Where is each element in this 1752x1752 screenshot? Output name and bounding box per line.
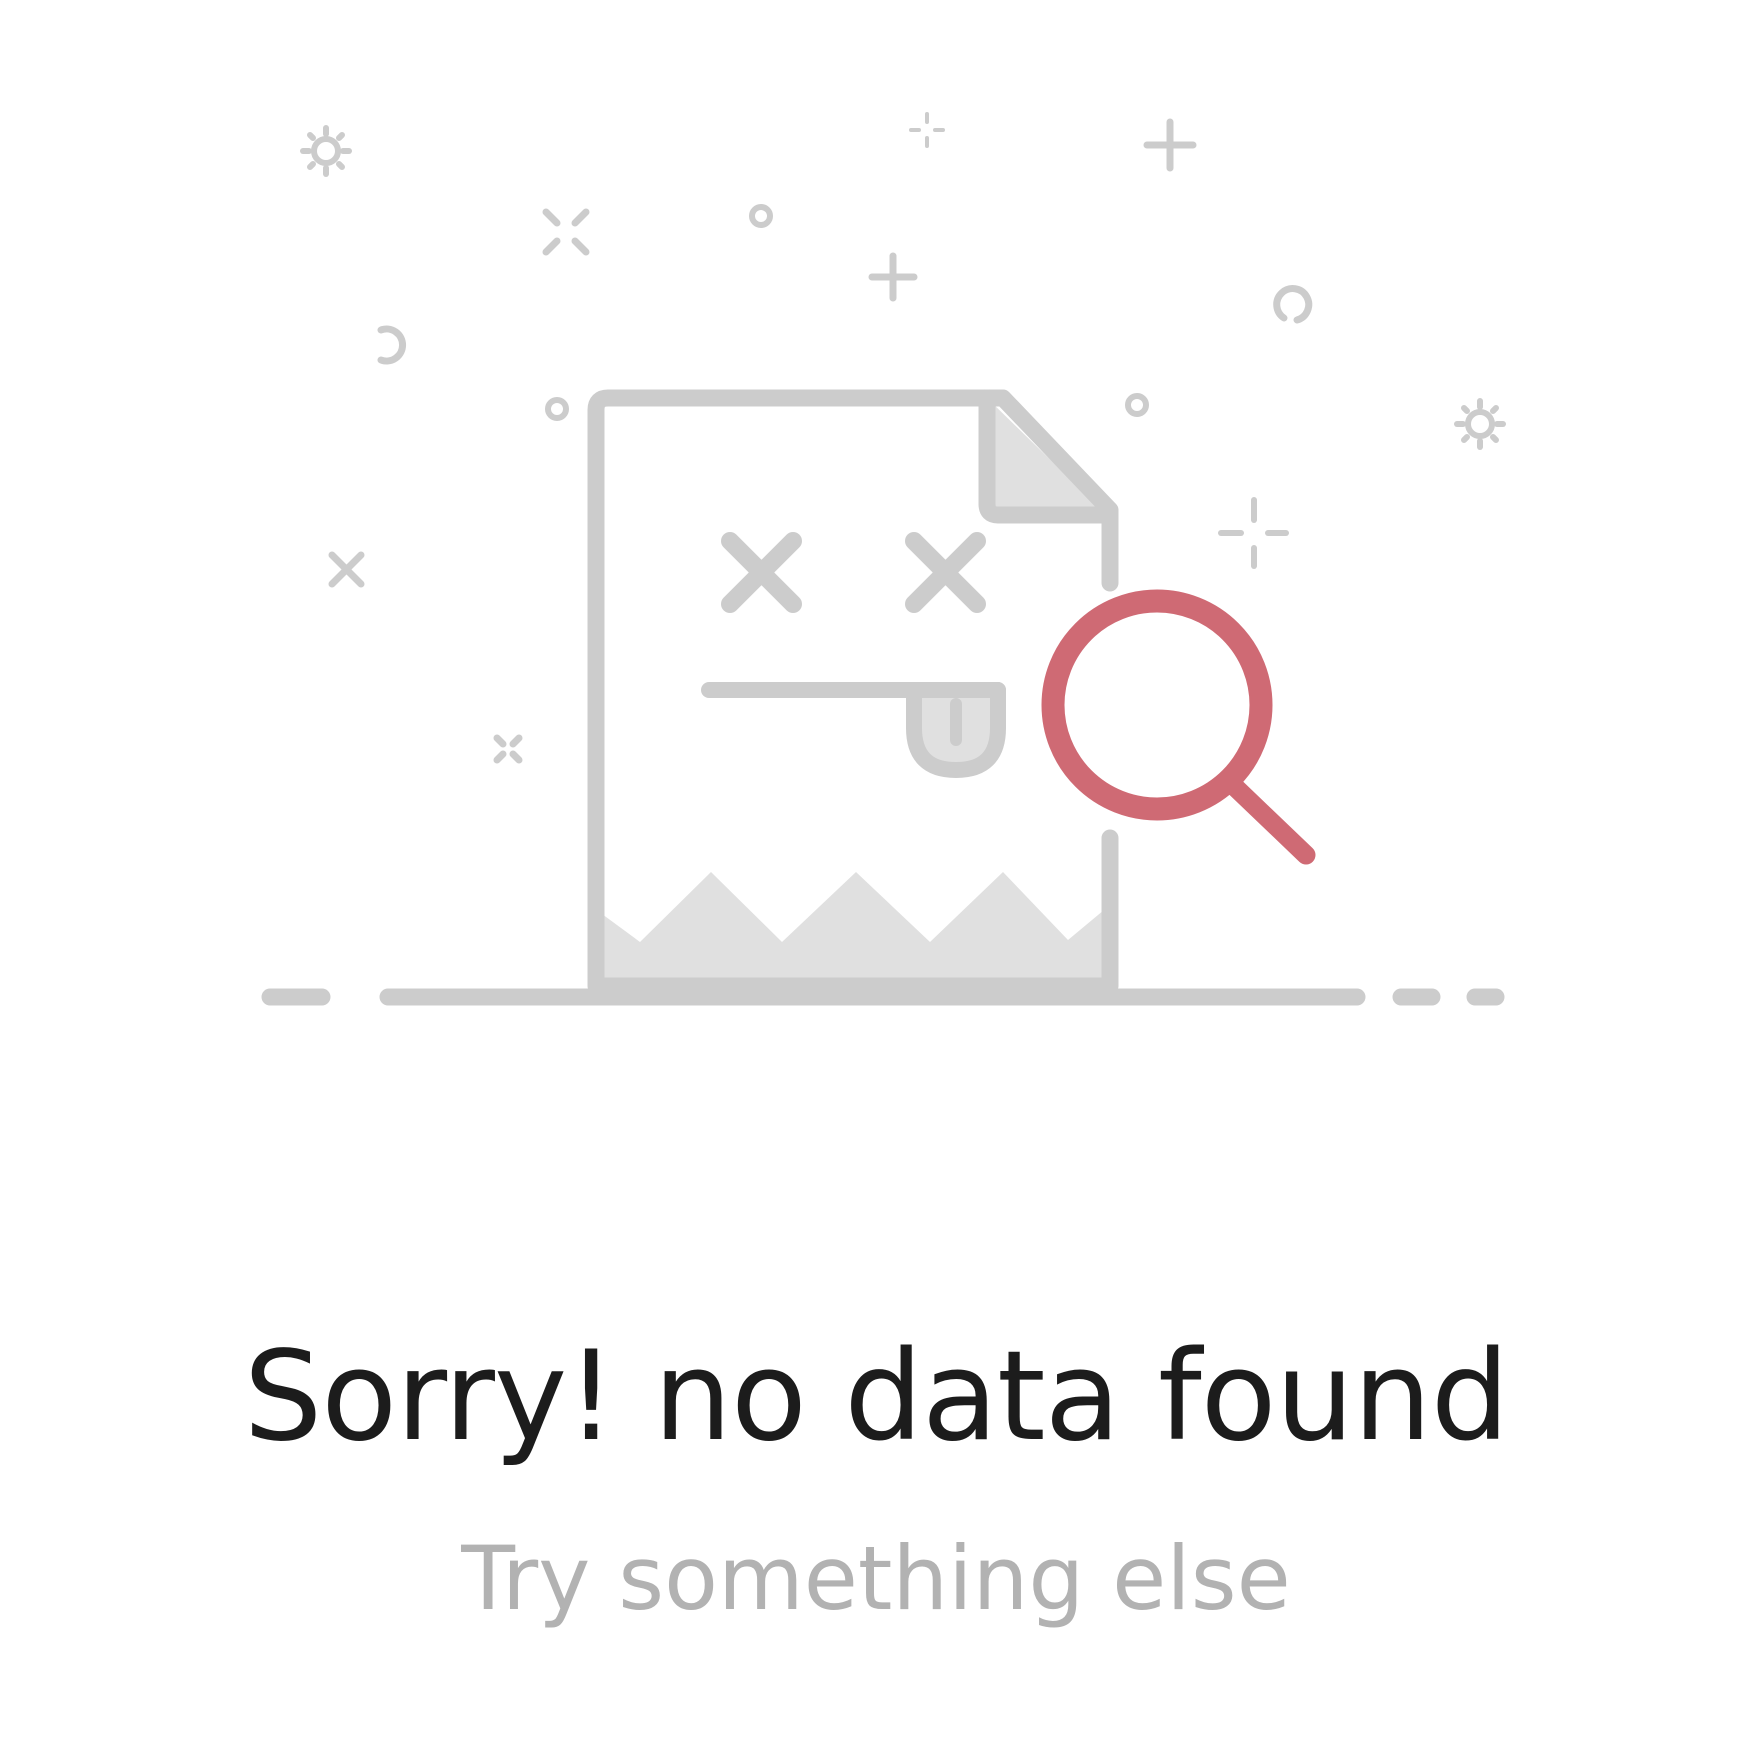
empty-state: Sorry! no data found Try something else	[0, 0, 1752, 1752]
plus-sparkle	[868, 118, 1197, 302]
star-sparkle	[1218, 497, 1289, 569]
mouth	[701, 682, 1006, 778]
document-icon	[587, 389, 1119, 995]
empty-state-subtitle: Try something else	[461, 1527, 1291, 1630]
no-data-document-search-icon	[261, 112, 1506, 1006]
eyes	[721, 532, 986, 613]
ring-sparkle	[545, 204, 1149, 421]
arc-sparkle	[377, 285, 1313, 365]
magnifier-icon	[1041, 589, 1316, 865]
cross-sparkle	[328, 208, 590, 764]
tiny-sparkle	[909, 112, 945, 148]
sparkles	[300, 112, 1506, 764]
empty-state-title: Sorry! no data found	[243, 1325, 1510, 1469]
